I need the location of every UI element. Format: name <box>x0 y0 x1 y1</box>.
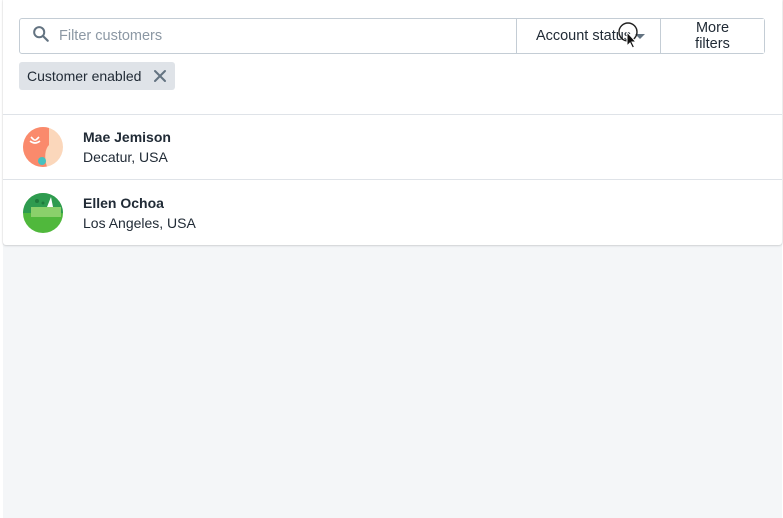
close-icon <box>154 70 167 82</box>
customer-name: Mae Jemison <box>83 129 171 145</box>
avatar-green-icon <box>23 192 63 233</box>
customer-name: Ellen Ochoa <box>83 194 164 211</box>
account-status-label: Account status <box>535 28 632 44</box>
search-input[interactable] <box>59 20 516 52</box>
customer-location: Los Angeles, USA <box>83 214 196 231</box>
remove-tag-button[interactable] <box>151 67 169 85</box>
list-item[interactable]: Ellen Ochoa Los Angeles, USA <box>3 180 782 245</box>
caret-down-icon <box>635 33 646 39</box>
tag-label: Customer enabled <box>27 68 142 84</box>
more-filters-button[interactable]: More filters <box>661 19 764 53</box>
applied-filter-tag: Customer enabled <box>19 62 176 90</box>
search-icon <box>32 25 50 48</box>
avatar <box>23 192 63 233</box>
avatar <box>23 127 63 167</box>
filter-bar: Account status More filters <box>19 18 765 54</box>
avatar-orange-icon <box>23 127 63 167</box>
customer-location: Decatur, USA <box>83 149 168 165</box>
account-status-button[interactable]: Account status <box>517 19 661 53</box>
search-field[interactable] <box>20 19 517 53</box>
customer-list-card: Account status More filters Customer ena… <box>3 0 782 245</box>
list-item[interactable]: Mae Jemison Decatur, USA <box>3 115 782 180</box>
page-background: Account status More filters Customer ena… <box>3 0 782 518</box>
